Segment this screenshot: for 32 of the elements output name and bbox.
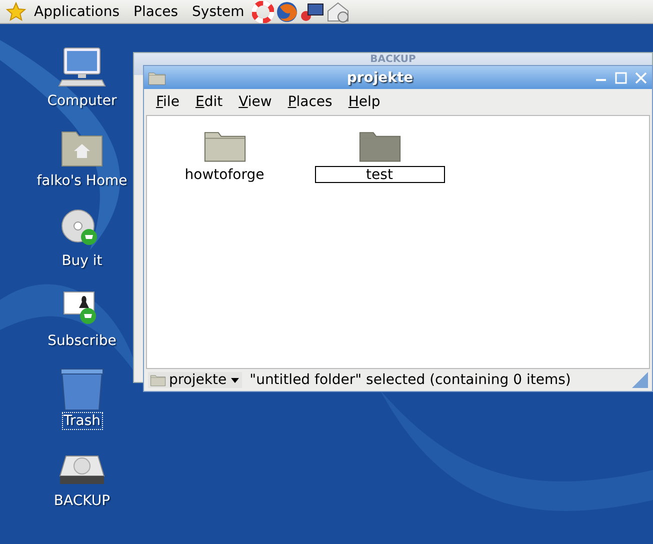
desktop-icon-label[interactable]: Trash bbox=[62, 412, 102, 430]
menu-item[interactable]: Places bbox=[280, 94, 340, 110]
folder-label[interactable]: howtoforge bbox=[182, 166, 266, 184]
lifebuoy-icon[interactable] bbox=[252, 0, 274, 22]
caret-icon bbox=[230, 376, 240, 384]
status-message: "untitled folder" selected (containing 0 items) bbox=[250, 372, 572, 388]
rename-field[interactable]: test bbox=[314, 166, 444, 183]
window-title: projekte bbox=[346, 70, 414, 86]
location-button[interactable]: projekte bbox=[148, 372, 242, 388]
panel-menu[interactable]: Places bbox=[128, 4, 184, 20]
panel-menu[interactable]: Applications bbox=[28, 4, 126, 20]
folder-icon bbox=[150, 373, 166, 387]
maximize-icon[interactable] bbox=[614, 70, 628, 84]
menu-item[interactable]: View bbox=[230, 94, 280, 110]
menu-item[interactable]: Edit bbox=[187, 94, 231, 110]
folder-icon bbox=[148, 70, 166, 86]
globe-icon[interactable] bbox=[276, 0, 298, 22]
desktop-icon-label[interactable]: BACKUP bbox=[52, 492, 112, 510]
menu-item[interactable]: File bbox=[148, 94, 188, 110]
menu-item[interactable]: Help bbox=[340, 94, 388, 110]
envelope-icon[interactable] bbox=[326, 0, 350, 22]
resize-grip-icon[interactable] bbox=[632, 372, 648, 388]
desktop-icon-label[interactable]: Computer bbox=[45, 92, 119, 110]
close-icon[interactable] bbox=[634, 70, 648, 84]
desktop-icon-label[interactable]: falko's Home bbox=[34, 172, 130, 190]
monitor-icon[interactable] bbox=[300, 0, 324, 22]
panel-menu[interactable]: System bbox=[186, 4, 250, 20]
star-icon[interactable] bbox=[6, 2, 26, 22]
trash-icon[interactable] bbox=[58, 366, 106, 410]
desktop-icon-label[interactable]: Buy it bbox=[60, 252, 104, 270]
desktop-icon-label[interactable]: Subscribe bbox=[46, 332, 118, 350]
window-title: BACKUP bbox=[370, 54, 416, 65]
